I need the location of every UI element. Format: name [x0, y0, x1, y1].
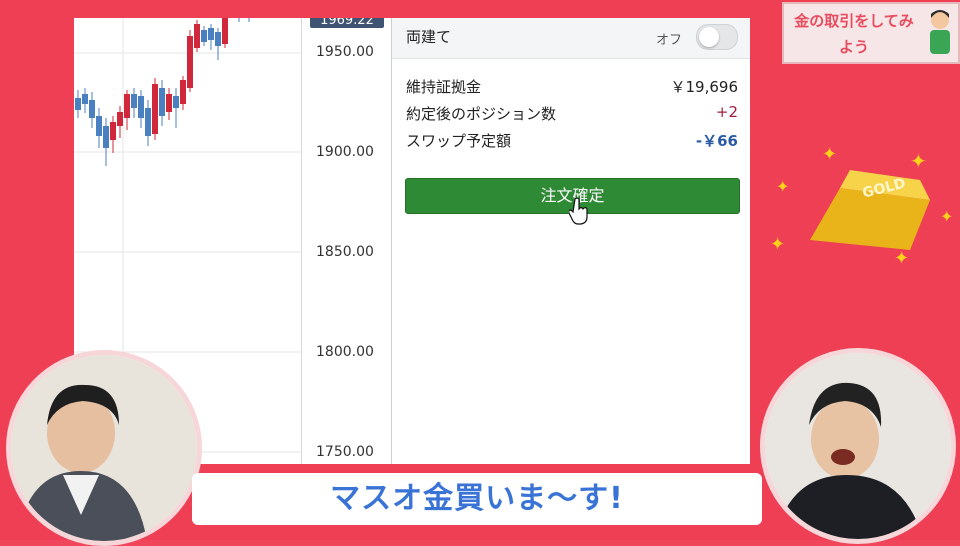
confirm-order-button[interactable]: 注文確定 — [405, 178, 740, 225]
presenter-right-photo — [760, 348, 956, 544]
swap-value: -￥66 — [695, 132, 738, 150]
margin-label: 維持証拠金 — [406, 78, 482, 96]
position-count-value: +2 — [715, 103, 738, 121]
sparkle-icon: ✦ — [940, 207, 953, 226]
axis-label: 1800.00 — [316, 344, 374, 360]
current-price-tag: 1969.22 — [310, 18, 384, 28]
person-avatar-icon — [11, 355, 197, 541]
gold-bar-graphic: GOLD ✦ ✦ ✦ ✦ ✦ ✦ — [770, 144, 953, 269]
subtitle-banner: マスオ金買いま〜す! — [192, 473, 762, 525]
candle-body — [103, 126, 109, 148]
candle-body — [194, 24, 200, 48]
price-axis: 1969.22 1950.00 1900.00 1850.00 1800.00 … — [302, 18, 390, 464]
candle-body — [152, 84, 158, 134]
hedge-title: 両建て — [406, 28, 452, 46]
swap-row: スワップ予定額 -￥66 — [406, 130, 738, 154]
candle-body — [117, 112, 123, 126]
candle-body — [215, 32, 221, 46]
sparkle-icon: ✦ — [822, 144, 837, 165]
candle-body — [96, 116, 102, 136]
candle-body — [82, 94, 88, 104]
margin-row: 維持証拠金 ￥19,696 — [406, 76, 738, 100]
candle-body — [201, 30, 207, 42]
candle-body — [145, 108, 151, 136]
candle-body — [187, 36, 193, 88]
topic-text: 金の取引をしてみよう — [794, 12, 914, 56]
margin-value: ￥19,696 — [670, 78, 739, 96]
person-avatar-icon — [765, 353, 951, 539]
toggle-knob — [699, 27, 719, 47]
order-panel: 両建て オフ 維持証拠金 ￥19,696 約定後のポジション数 +2 スワップ予… — [391, 18, 750, 464]
candles — [75, 18, 250, 166]
person-illustration-icon — [930, 10, 950, 54]
sparkle-icon: ✦ — [894, 248, 909, 269]
hedge-header: 両建て オフ — [392, 18, 750, 59]
candle-body — [180, 80, 186, 104]
axis-label: 1900.00 — [316, 144, 374, 160]
hand-cursor-icon — [569, 197, 588, 225]
position-count-row: 約定後のポジション数 +2 — [406, 103, 738, 127]
axis-label: 1950.00 — [316, 44, 374, 60]
hedge-toggle[interactable] — [696, 24, 738, 50]
candle-body — [166, 94, 172, 112]
candle-body — [208, 28, 214, 40]
axis-label: 1750.00 — [316, 444, 374, 460]
axis-label: 1850.00 — [316, 244, 374, 260]
candle-body — [131, 94, 137, 108]
candle-body — [138, 96, 144, 118]
subtitle-text: マスオ金買いま〜す! — [330, 481, 624, 516]
topic-card: 金の取引をしてみよう — [782, 2, 960, 64]
sparkle-icon: ✦ — [770, 234, 785, 255]
toggle-label: オフ — [656, 33, 683, 48]
sparkle-icon: ✦ — [776, 177, 789, 196]
presenter-left-photo — [6, 350, 202, 546]
position-count-label: 約定後のポジション数 — [406, 105, 557, 123]
candle-body — [222, 18, 228, 44]
candle-body — [75, 98, 81, 110]
candle-body — [89, 100, 95, 118]
candle-body — [124, 94, 130, 118]
sparkle-icon: ✦ — [910, 149, 927, 173]
candle-body — [159, 88, 165, 116]
candle-body — [173, 96, 179, 108]
candle-body — [110, 122, 116, 140]
swap-label: スワップ予定額 — [406, 132, 512, 150]
